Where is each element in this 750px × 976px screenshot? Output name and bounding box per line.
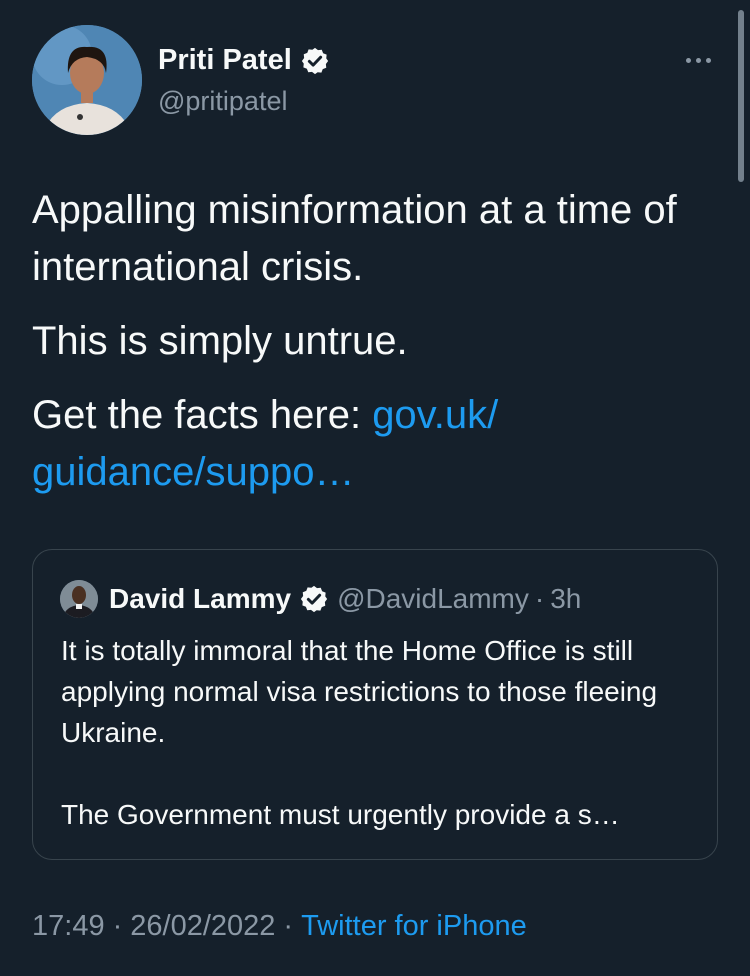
author-name[interactable]: Priti Patel — [158, 44, 330, 77]
quoted-paragraph-2: The Government must urgently provide a s… — [61, 799, 620, 830]
quoted-header: David Lammy @DavidLammy · 3h — [109, 580, 581, 618]
tweet-date[interactable]: 26/02/2022 — [130, 910, 275, 942]
metadata-separator: · — [283, 910, 294, 942]
tweet-time[interactable]: 17:49 — [32, 910, 105, 942]
tweet-paragraph-3-text: Get the facts here: — [32, 393, 362, 437]
tweet-metadata: 17:49 · 26/02/2022 · Twitter for iPhone — [32, 910, 527, 943]
author-avatar[interactable] — [32, 25, 142, 135]
tweet-paragraph-3: Get the facts here: gov.uk/ guidance/sup… — [32, 387, 722, 501]
scrollbar[interactable] — [738, 10, 744, 182]
quoted-timestamp: 3h — [550, 583, 582, 614]
quoted-author-name: David Lammy — [109, 583, 292, 614]
quoted-separator: · — [534, 583, 545, 614]
quoted-author-avatar — [60, 580, 98, 618]
tweet-paragraph-2: This is simply untrue. — [32, 319, 408, 363]
author-handle[interactable]: @pritipatel — [158, 86, 287, 117]
author-avatar-image — [32, 25, 142, 135]
quoted-author-handle: @DavidLammy — [337, 583, 529, 614]
tweet-source[interactable]: Twitter for iPhone — [301, 910, 527, 942]
quoted-text: It is totally immoral that the Home Offi… — [61, 630, 701, 835]
more-options-icon[interactable] — [680, 48, 716, 72]
quoted-verified-badge-icon — [300, 585, 328, 613]
metadata-separator: · — [112, 910, 123, 942]
verified-badge-icon — [301, 47, 328, 74]
quoted-paragraph-1: It is totally immoral that the Home Offi… — [61, 635, 658, 748]
quoted-author-avatar-image — [60, 580, 98, 618]
tweet-text: Appalling misinformation at a time of in… — [32, 182, 722, 518]
tweet-paragraph-1: Appalling misinformation at a time of in… — [32, 188, 677, 289]
author-name-text: Priti Patel — [158, 44, 292, 76]
tweet-detail: Priti Patel @pritipatel Appalling misinf… — [0, 0, 750, 976]
quoted-tweet[interactable]: David Lammy @DavidLammy · 3h It is total… — [32, 549, 718, 860]
